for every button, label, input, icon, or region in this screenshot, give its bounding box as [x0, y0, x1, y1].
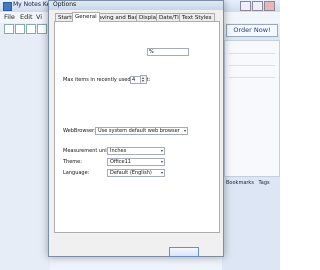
measurement-label: Measurement units:	[63, 148, 113, 154]
options-dialog: Options Startup General Saving and Backu…	[48, 0, 224, 257]
theme-select[interactable]: Office11	[107, 158, 165, 166]
percent-input[interactable]: %	[147, 48, 189, 56]
tab-general[interactable]: General	[72, 12, 100, 22]
dialog-title: Options	[53, 1, 77, 8]
percent-suffix: %	[149, 49, 154, 55]
list-divider	[229, 65, 275, 66]
web-browser-value: Use system default web browser	[98, 128, 180, 134]
tab-tags[interactable]: Tags	[259, 180, 270, 186]
menu-view[interactable]: Vi	[36, 13, 42, 21]
chevron-down-icon	[161, 161, 163, 163]
menu-edit[interactable]: Edit	[20, 13, 33, 21]
language-select[interactable]: Default (English)	[107, 169, 165, 177]
maximize-icon[interactable]	[252, 1, 263, 11]
menu-file[interactable]: File	[4, 13, 15, 21]
list-divider	[229, 77, 275, 78]
close-icon[interactable]	[264, 1, 275, 11]
order-now-button[interactable]: Order Now!	[226, 24, 278, 37]
print-icon[interactable]	[37, 24, 47, 34]
chevron-down-icon	[184, 130, 186, 132]
tab-bookmarks[interactable]: Bookmarks	[226, 180, 254, 186]
list-divider	[229, 53, 275, 54]
chevron-down-icon	[161, 172, 163, 174]
chevron-down-icon	[161, 150, 163, 152]
open-icon[interactable]	[15, 24, 25, 34]
background-right-list	[224, 40, 280, 177]
new-note-icon[interactable]	[4, 24, 14, 34]
dialog-titlebar: Options	[49, 1, 223, 10]
background-bottom-tabs: Bookmarks Tags	[226, 180, 278, 188]
theme-label: Theme:	[63, 159, 82, 165]
spin-down-icon[interactable]	[142, 80, 144, 82]
measurement-select[interactable]: Inches	[107, 147, 165, 155]
web-browser-select[interactable]: Use system default web browser	[95, 127, 188, 135]
language-value: Default (English)	[110, 170, 152, 176]
app-icon	[3, 2, 12, 11]
background-left-panel	[0, 34, 50, 270]
save-icon[interactable]	[26, 24, 36, 34]
language-label: Language:	[63, 170, 90, 176]
measurement-value: Inches	[110, 148, 127, 154]
spin-up-icon[interactable]	[142, 77, 144, 79]
ok-button[interactable]	[169, 247, 199, 257]
max-recent-spinner[interactable]	[140, 75, 147, 84]
minimize-icon[interactable]	[240, 1, 251, 11]
theme-value: Office11	[110, 159, 131, 165]
web-browser-label: WebBrowser:	[63, 128, 96, 134]
general-tab-panel: % Max items in recently used file list: …	[54, 21, 220, 233]
